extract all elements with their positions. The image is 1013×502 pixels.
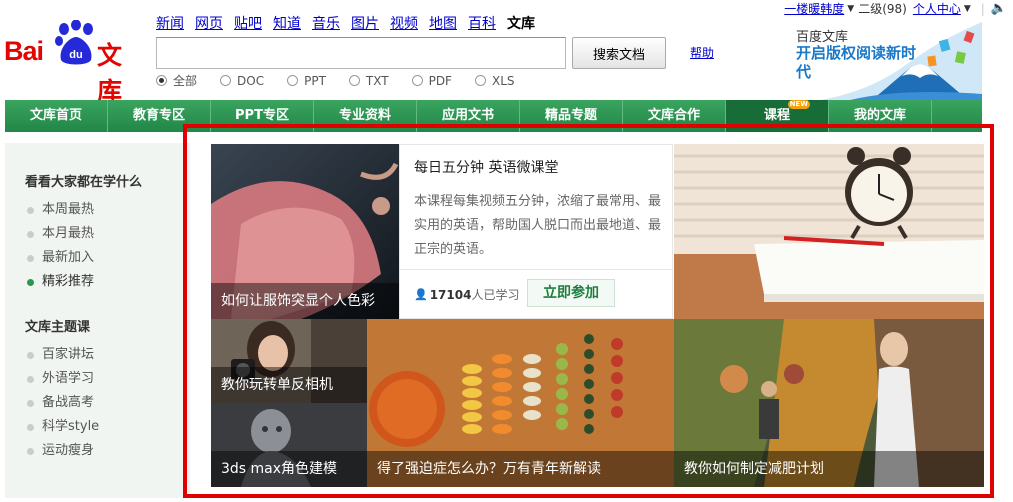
radio-icon	[411, 75, 423, 86]
course-tile-fitness[interactable]: 教你如何制定减肥计划	[674, 319, 984, 487]
product-nav: 新闻 网页 贴吧 知道 音乐 图片 视频 地图 百科 文库	[156, 13, 546, 33]
learner-number: 17104	[429, 287, 472, 302]
radio-icon	[287, 75, 299, 86]
course-sidebar: 看看大家都在学什么 本周最热 本月最热 最新加入 精彩推荐 文库主题课 百家讲坛…	[5, 143, 190, 498]
radio-icon	[348, 75, 360, 86]
nav-baike[interactable]: 百科	[468, 13, 496, 33]
tab-professional[interactable]: 专业资料	[314, 100, 417, 132]
bullet-icon	[27, 230, 34, 238]
user-level: 二级(98)	[858, 2, 907, 16]
filetype-ppt[interactable]: PPT	[287, 72, 326, 89]
nav-tieba[interactable]: 贴吧	[234, 13, 262, 33]
filetype-all[interactable]: 全部	[156, 72, 197, 89]
bullet-icon	[27, 423, 34, 431]
person-icon: 👤	[414, 288, 428, 301]
tab-featured-topics[interactable]: 精品专题	[520, 100, 623, 132]
course-description: 本课程每集视频五分钟，浓缩了最常用、最实用的英语，帮助国人脱口而出最地道、最正宗…	[414, 194, 662, 257]
join-now-button[interactable]: 立即参加	[527, 279, 615, 307]
nav-zhidao[interactable]: 知道	[273, 13, 301, 33]
sidebar-item-fitness[interactable]: 运动瘦身	[27, 439, 190, 463]
username-link[interactable]: 一楼暖韩度	[784, 0, 844, 17]
course-tile-ocd[interactable]: 得了强迫症怎么办？万有青年新解读	[367, 319, 674, 487]
course-tile-3dsmax[interactable]: 3ds max角色建模	[211, 403, 367, 487]
bullet-icon	[27, 206, 34, 214]
course-tile-camera[interactable]: 教你玩转单反相机	[211, 319, 367, 403]
nav-map[interactable]: 地图	[429, 13, 457, 33]
copyright-promo-banner[interactable]: 百度文库 开启版权阅读新时代	[760, 22, 982, 100]
filetype-txt[interactable]: TXT	[348, 72, 389, 89]
nav-images[interactable]: 图片	[351, 13, 379, 33]
bullet-icon	[27, 351, 34, 359]
baidu-wenku-logo[interactable]: Bai du 文库	[4, 20, 146, 106]
sidebar-item-lecture-room[interactable]: 百家讲坛	[27, 343, 190, 367]
course-info-card: 每日五分钟 英语微课堂 本课程每集视频五分钟，浓缩了最常用、最实用的英语，帮助国…	[399, 144, 673, 319]
sidebar-item-language[interactable]: 外语学习	[27, 367, 190, 391]
learner-suffix: 人已学习	[471, 288, 520, 302]
sidebar-item-monthly-hot[interactable]: 本月最热	[27, 222, 190, 246]
caret-down-icon[interactable]: ▼	[847, 4, 854, 14]
caret-down-icon[interactable]: ▼	[964, 4, 971, 14]
sidebar-item-weekly-hot[interactable]: 本周最热	[27, 198, 190, 222]
bullet-icon	[27, 447, 34, 455]
logo-du-text: du	[69, 49, 82, 61]
english-course-image[interactable]	[674, 144, 984, 319]
tile-caption: 得了强迫症怎么办？万有青年新解读	[367, 451, 674, 487]
sidebar-item-science[interactable]: 科学style	[27, 415, 190, 439]
tab-wenku-home[interactable]: 文库首页	[5, 100, 108, 132]
filetype-xls[interactable]: XLS	[474, 72, 515, 89]
promo-slogan: 开启版权阅读新时代	[796, 44, 917, 81]
tab-courses[interactable]: 课程 NEW	[726, 100, 829, 132]
search-documents-button[interactable]: 搜索文档	[572, 37, 666, 69]
user-bar: 一楼暖韩度 ▼ 二级(98) 个人中心 ▼ | 🔈	[784, 0, 1007, 17]
tile-caption: 教你玩转单反相机	[211, 367, 367, 403]
divider: |	[980, 1, 985, 16]
filetype-pdf[interactable]: PDF	[411, 72, 452, 89]
tab-applied-docs[interactable]: 应用文书	[417, 100, 520, 132]
card-divider	[400, 269, 672, 270]
bullet-icon	[27, 375, 34, 383]
sidebar-heading-topics: 文库主题课	[25, 320, 91, 335]
new-badge: NEW	[787, 100, 810, 109]
speaker-icon[interactable]: 🔈	[991, 1, 1007, 16]
paw-icon: du	[55, 20, 93, 65]
nav-web[interactable]: 网页	[195, 13, 223, 33]
search-input[interactable]	[156, 37, 566, 69]
tile-caption: 如何让服饰突显个人色彩	[211, 283, 399, 319]
course-tile-dress[interactable]: 如何让服饰突显个人色彩	[211, 144, 399, 319]
logo-bai-text: Bai	[4, 36, 44, 66]
sidebar-item-recommended[interactable]: 精彩推荐	[27, 270, 190, 294]
nav-wenku-current: 文库	[507, 16, 535, 32]
filetype-filter: 全部 DOC PPT TXT PDF XLS	[156, 72, 538, 89]
course-title[interactable]: 每日五分钟 英语微课堂	[414, 157, 558, 177]
bullet-active-icon	[27, 278, 34, 286]
nav-music[interactable]: 音乐	[312, 13, 340, 33]
filetype-doc[interactable]: DOC	[220, 72, 264, 89]
tile-caption: 3ds max角色建模	[211, 451, 367, 487]
radio-icon	[220, 75, 232, 86]
tab-partnership[interactable]: 文库合作	[623, 100, 726, 132]
help-link[interactable]: 帮助	[690, 44, 714, 61]
main-nav-bar: 文库首页 教育专区 PPT专区 专业资料 应用文书 精品专题 文库合作 课程 NE…	[5, 100, 982, 132]
bullet-icon	[27, 399, 34, 407]
alarm-clock-photo	[674, 144, 984, 319]
learner-count: 👤 17104 人已学习	[414, 286, 519, 303]
radio-icon	[474, 75, 486, 86]
logo-wenku-text: 文库	[97, 41, 123, 106]
tab-ppt[interactable]: PPT专区	[211, 100, 314, 132]
sidebar-heading-trending: 看看大家都在学什么	[25, 175, 143, 190]
radio-checked-icon	[156, 75, 167, 86]
personal-center-link[interactable]: 个人中心	[913, 0, 961, 17]
promo-title: 百度文库	[796, 30, 849, 45]
tab-courses-label: 课程	[763, 108, 790, 123]
nav-news[interactable]: 新闻	[156, 13, 184, 33]
tab-education[interactable]: 教育专区	[108, 100, 211, 132]
sidebar-item-newest[interactable]: 最新加入	[27, 246, 190, 270]
bullet-icon	[27, 254, 34, 262]
sidebar-item-gaokao[interactable]: 备战高考	[27, 391, 190, 415]
tile-caption: 教你如何制定减肥计划	[674, 451, 984, 487]
tab-my-wenku[interactable]: 我的文库	[829, 100, 932, 132]
nav-video[interactable]: 视频	[390, 13, 418, 33]
